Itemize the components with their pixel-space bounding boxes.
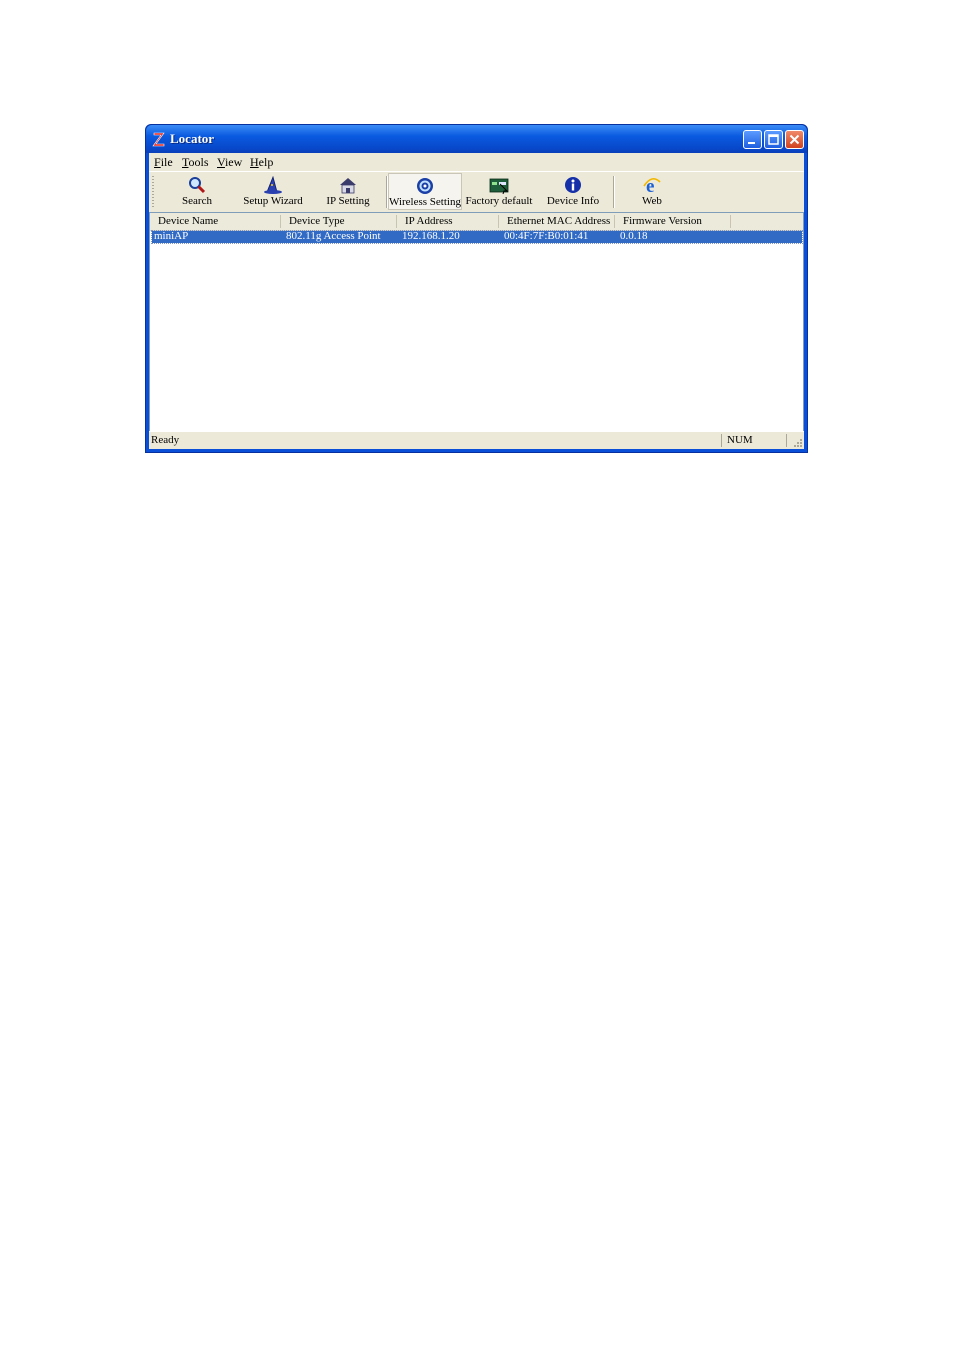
cell-mac-address: 00:4F:7F:B0:01:41 — [504, 230, 589, 242]
table-row[interactable]: miniAP 802.11g Access Point 192.168.1.20… — [151, 230, 803, 244]
menu-tools[interactable]: Tools — [182, 155, 209, 170]
minimize-icon — [748, 142, 755, 144]
cell-firmware-version: 0.0.18 — [620, 230, 648, 242]
wireless-setting-button[interactable]: Wireless Setting — [388, 173, 462, 210]
menu-help[interactable]: Help — [250, 155, 273, 170]
column-header-firmware-version[interactable]: Firmware Version — [623, 215, 702, 227]
list-header: Device Name Device Type IP Address Ether… — [150, 213, 803, 231]
resize-grip-icon[interactable] — [791, 436, 803, 448]
column-header-device-name[interactable]: Device Name — [158, 215, 218, 227]
status-text: Ready — [151, 434, 180, 446]
factory-default-button[interactable]: Factory default — [462, 173, 536, 210]
column-divider[interactable] — [614, 215, 615, 228]
ip-setting-button[interactable]: IP Setting — [311, 173, 385, 210]
title-bar[interactable]: Locator — [146, 125, 807, 153]
wizard-hat-icon — [264, 176, 282, 194]
wireless-target-icon — [417, 178, 433, 194]
maximize-icon — [768, 134, 779, 145]
close-button[interactable] — [785, 130, 804, 149]
setup-wizard-button[interactable]: Setup Wizard — [235, 173, 311, 210]
column-header-mac-address[interactable]: Ethernet MAC Address — [507, 215, 610, 227]
house-icon — [340, 178, 356, 194]
web-browser-icon: e — [643, 176, 661, 194]
client-area: File Tools View Help Search Setup Wizard… — [149, 153, 804, 449]
cell-device-type: 802.11g Access Point — [286, 230, 381, 242]
num-lock-indicator: NUM — [727, 434, 753, 446]
maximize-button[interactable] — [764, 130, 783, 149]
search-button[interactable]: Search — [159, 173, 235, 210]
cell-ip-address: 192.168.1.20 — [402, 230, 460, 242]
factory-reset-icon — [489, 178, 509, 194]
column-divider[interactable] — [730, 215, 731, 228]
column-divider[interactable] — [396, 215, 397, 228]
status-bar: Ready NUM — [149, 431, 804, 449]
info-icon — [565, 177, 581, 193]
device-list[interactable]: Device Name Device Type IP Address Ether… — [149, 212, 804, 434]
menu-view[interactable]: View — [217, 155, 242, 170]
search-icon — [189, 177, 206, 194]
app-logo-icon — [152, 132, 165, 147]
cell-device-name: miniAP — [154, 230, 189, 242]
menu-file[interactable]: File — [154, 155, 173, 170]
column-divider[interactable] — [498, 215, 499, 228]
toolbar: Search Setup Wizard IP Setting Wireless … — [149, 171, 804, 247]
web-button[interactable]: e Web — [615, 173, 689, 210]
window-title: Locator — [170, 131, 215, 146]
locator-window: Locator File Tools View Help Search Setu… — [145, 124, 808, 453]
status-divider — [786, 434, 787, 447]
toolbar-grip[interactable] — [152, 176, 154, 208]
device-info-button[interactable]: Device Info — [536, 173, 610, 210]
close-icon — [789, 134, 800, 145]
column-header-ip-address[interactable]: IP Address — [405, 215, 453, 227]
column-header-device-type[interactable]: Device Type — [289, 215, 345, 227]
status-divider — [721, 434, 722, 447]
minimize-button[interactable] — [743, 130, 762, 149]
menu-bar: File Tools View Help — [149, 153, 804, 171]
column-divider[interactable] — [280, 215, 281, 228]
